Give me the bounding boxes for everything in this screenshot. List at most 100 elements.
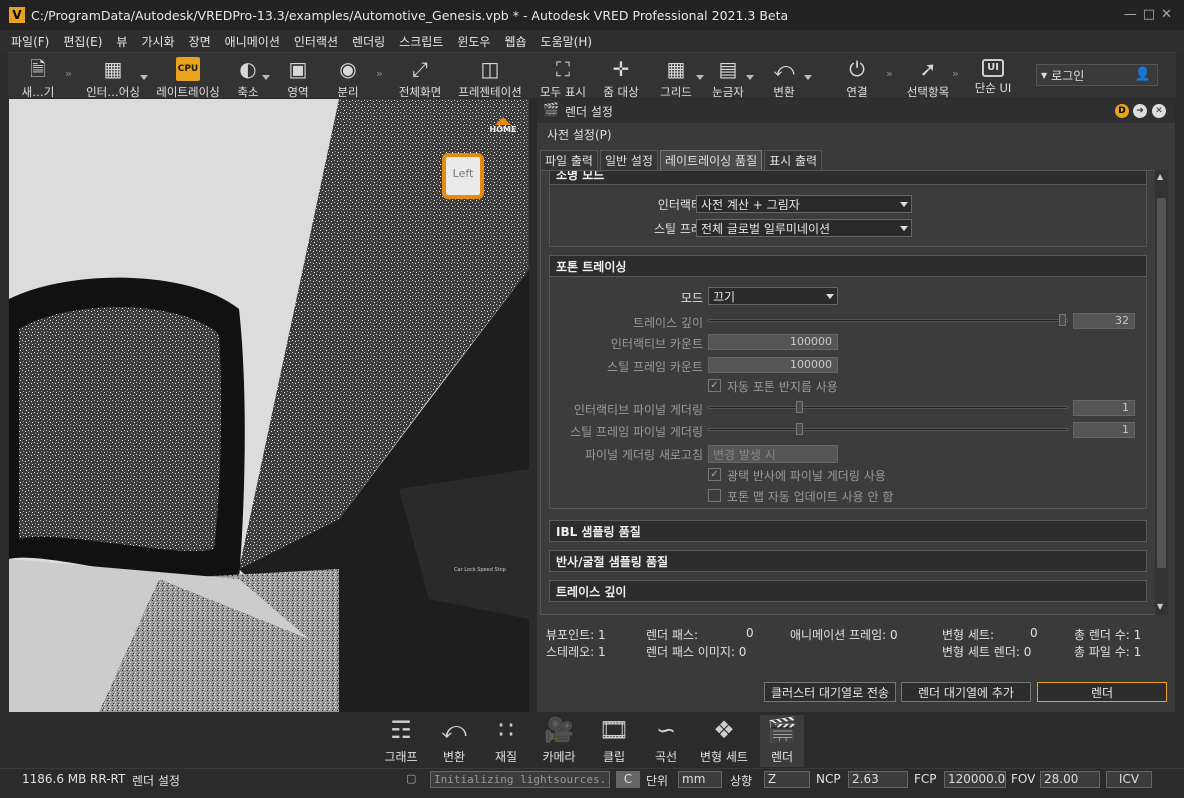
no-auto-update-checkbox[interactable] [708, 489, 721, 502]
tab-file-output[interactable]: 파일 출력 [540, 150, 598, 170]
grid-dots-icon: ▦ [103, 57, 123, 81]
fcp-input[interactable]: 120000.00 [944, 771, 1006, 788]
scrollbar-thumb[interactable] [1157, 198, 1166, 568]
auto-radius-checkbox[interactable]: ✓ [708, 379, 721, 392]
maximize-icon[interactable]: □ [1143, 7, 1155, 22]
close-panel-icon[interactable]: ✕ [1152, 104, 1166, 118]
menu-help[interactable]: 도움말(H) [541, 33, 593, 50]
group-header-photon-tracing[interactable]: 포톤 트레이싱 [549, 255, 1147, 277]
separate-button[interactable]: ◉ 분리 [330, 55, 366, 99]
menu-rendering[interactable]: 렌더링 [352, 33, 385, 50]
chevron-down-icon[interactable] [746, 75, 754, 80]
still-final-gather-slider[interactable] [708, 428, 1068, 431]
login-dropdown[interactable]: ▼ 로그인 👤 [1036, 64, 1158, 86]
toolbar-expander-icon[interactable]: » [376, 67, 383, 80]
raytracing-button[interactable]: CPU 레이트레이싱 [151, 55, 225, 99]
new-button[interactable]: 🗎 새…기 [14, 55, 62, 99]
dock-variant-set[interactable]: ❖ 변형 세트 [694, 715, 754, 767]
add-to-render-queue-button[interactable]: 렌더 대기열에 추가 [901, 682, 1031, 702]
menu-edit[interactable]: 편집(E) [63, 33, 102, 50]
presets-menu[interactable]: 사전 설정(P) [547, 126, 612, 143]
dock-graph[interactable]: ☶ 그래프 [380, 715, 422, 767]
menu-webshop[interactable]: 웹숍 [504, 33, 526, 50]
scroll-down-icon[interactable]: ▼ [1157, 602, 1163, 611]
group-header-shadow-mode[interactable]: 소명 모드 [549, 171, 1147, 185]
menu-animation[interactable]: 애니메이션 [225, 33, 280, 50]
grid-button[interactable]: ▦ 그리드 [652, 55, 700, 99]
still-final-gather-handle[interactable] [796, 423, 803, 435]
tab-display-output[interactable]: 표시 출력 [764, 150, 823, 170]
terminal-icon[interactable]: ▢ [406, 772, 416, 785]
menu-visualization[interactable]: 가시화 [141, 33, 174, 50]
interactive-final-gather-spinbox[interactable]: 1 [1073, 400, 1135, 416]
presentation-button[interactable]: ◫ 프레젠테이션 [450, 55, 530, 99]
fullscreen-button[interactable]: ⤢ 전체화면 [392, 55, 448, 99]
menu-interaction[interactable]: 인터랙션 [294, 33, 338, 50]
photon-mode-select[interactable]: 끄기 [708, 287, 838, 305]
group-header-ibl-sampling[interactable]: IBL 샘플링 품질 [549, 520, 1147, 542]
view-cube[interactable]: Left [436, 147, 490, 211]
zoom-target-button[interactable]: ✛ 줌 대상 [595, 55, 647, 99]
still-frame-mode-select[interactable]: 전체 글로벌 일루미네이션 [696, 219, 912, 237]
menu-window[interactable]: 윈도우 [457, 33, 490, 50]
dock-curve[interactable]: ∽ 곡선 [646, 715, 686, 767]
chevron-down-icon[interactable] [262, 75, 270, 80]
transform-button[interactable]: ⤺ 변환 [762, 55, 806, 99]
group-header-reflection-sampling[interactable]: 반사/굴절 샘플링 품질 [549, 550, 1147, 572]
dock-camera[interactable]: 🎥 카메라 [536, 715, 582, 767]
interactive-mode-select[interactable]: 사전 계산 + 그림자 [696, 195, 912, 213]
unit-select[interactable]: mm [678, 771, 722, 788]
dock-icon[interactable]: D [1115, 104, 1129, 118]
interactive-button[interactable]: ▦ 인터…어싱 [82, 55, 144, 99]
chevron-down-icon[interactable] [804, 75, 812, 80]
dock-render[interactable]: 🎬 렌더 [760, 715, 804, 767]
c-button[interactable]: C [616, 771, 640, 788]
simple-ui-button[interactable]: UI 단순 UI [968, 55, 1018, 99]
arrow-right-icon[interactable]: ➜ [1133, 104, 1147, 118]
dock-transform[interactable]: ⤺ 변환 [434, 715, 474, 767]
menu-file[interactable]: 파일(F) [11, 33, 49, 50]
toolbar-expander-icon[interactable]: » [952, 67, 959, 80]
dock-material[interactable]: ∷ 재질 [486, 715, 526, 767]
trace-depth-spinbox[interactable]: 32 [1073, 313, 1135, 329]
ncp-input[interactable]: 2.63 [848, 771, 908, 788]
interactive-final-gather-handle[interactable] [796, 401, 803, 413]
home-view-button[interactable]: HOME [483, 117, 523, 134]
send-to-cluster-queue-button[interactable]: 클러스터 대기열로 전송 [764, 682, 896, 702]
close-icon[interactable]: ✕ [1161, 7, 1172, 22]
still-final-gather-spinbox[interactable]: 1 [1073, 422, 1135, 438]
shrink-button[interactable]: ◐ 축소 [230, 55, 266, 99]
region-button[interactable]: ▣ 영역 [280, 55, 316, 99]
final-gather-refresh-select[interactable]: 변경 발생 시 [708, 445, 838, 463]
trace-depth-slider[interactable] [708, 319, 1068, 322]
chevron-down-icon[interactable] [140, 75, 148, 80]
still-count-spinbox[interactable]: 100000 [708, 357, 838, 373]
minimize-icon[interactable]: — [1124, 7, 1137, 22]
glossy-final-gather-checkbox[interactable]: ✓ [708, 468, 721, 481]
interactive-final-gather-slider[interactable] [708, 406, 1068, 409]
group-header-trace-depth[interactable]: 트레이스 깊이 [549, 580, 1147, 602]
up-axis-select[interactable]: Z [764, 771, 810, 788]
tab-general-settings[interactable]: 일반 설정 [599, 150, 658, 170]
selection-button[interactable]: ➚ 선택항목 [896, 55, 960, 99]
menu-scene[interactable]: 장면 [189, 33, 211, 50]
menu-view[interactable]: 뷰 [116, 33, 127, 50]
show-all-button[interactable]: ⛶ 모두 표시 [534, 55, 592, 99]
render-viewport[interactable]: Left HOME Car Lock Speed Stop [9, 99, 529, 712]
fov-input[interactable]: 28.00 [1040, 771, 1100, 788]
menu-script[interactable]: 스크립트 [399, 33, 443, 50]
render-button[interactable]: 렌더 [1037, 682, 1167, 702]
dock-clip[interactable]: 🎞 클립 [594, 715, 634, 767]
connect-button[interactable]: ⏻ 연결 [840, 55, 874, 99]
trace-depth-slider-handle[interactable] [1059, 314, 1066, 326]
ruler-button[interactable]: ▤ 눈금자 [706, 55, 750, 99]
toolbar-expander-icon[interactable]: » [65, 67, 72, 80]
chevron-down-icon[interactable] [696, 75, 704, 80]
film-strip-icon: 🎞 [598, 716, 630, 744]
icv-button[interactable]: ICV [1106, 771, 1152, 788]
vertical-scrollbar[interactable]: ▲ ▼ [1155, 170, 1168, 615]
interactive-count-spinbox[interactable]: 100000 [708, 334, 838, 350]
tab-raytracing-quality[interactable]: 레이트레이싱 품질 [659, 150, 763, 170]
toolbar-expander-icon[interactable]: » [886, 67, 893, 80]
scroll-up-icon[interactable]: ▲ [1157, 172, 1163, 181]
